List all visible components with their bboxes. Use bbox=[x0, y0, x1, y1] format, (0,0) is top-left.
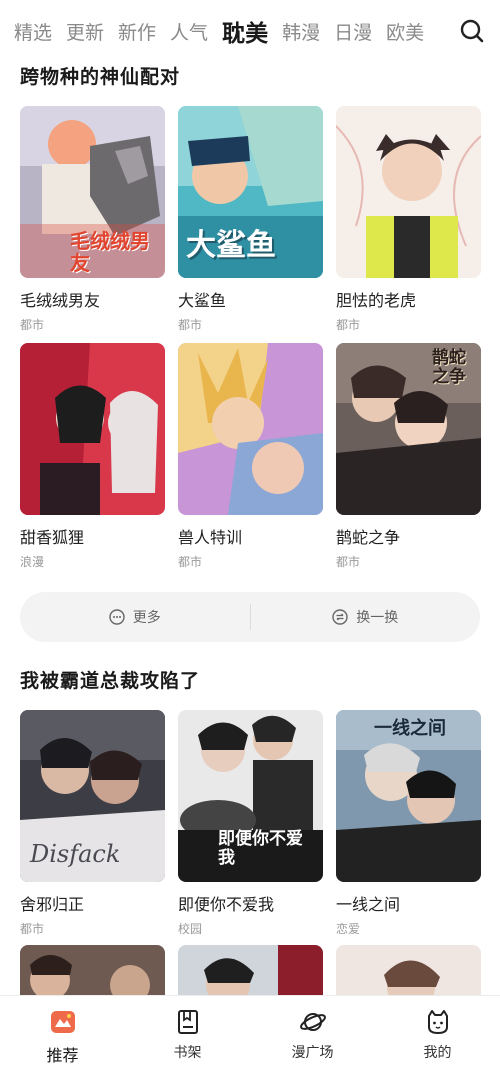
comic-title[interactable]: 胆怯的老虎 bbox=[336, 287, 481, 311]
comic-title[interactable]: 兽人特训 bbox=[178, 524, 323, 548]
nav-recommend[interactable]: 推荐 bbox=[0, 996, 125, 1071]
top-tab-bar: 精选 更新 新作 人气 耽美 韩漫 日漫 欧美 bbox=[0, 0, 500, 62]
comic-title[interactable]: 大鲨鱼 bbox=[178, 287, 323, 311]
swap-refresh-icon bbox=[332, 609, 348, 625]
nav-profile[interactable]: 我的 bbox=[375, 996, 500, 1071]
search-button[interactable] bbox=[452, 11, 492, 51]
comic-cover[interactable]: 一线之间 bbox=[336, 710, 481, 882]
comic-cover[interactable] bbox=[178, 343, 323, 515]
comic-cover[interactable] bbox=[336, 106, 481, 278]
comic-genre-tag: 恋爱 bbox=[336, 922, 361, 936]
bookshelf-icon bbox=[175, 1008, 201, 1036]
comic-title[interactable]: 舍邪归正 bbox=[20, 891, 165, 915]
comic-card[interactable]: 鹊蛇之争 鹊蛇之争 都市 bbox=[336, 343, 481, 580]
comic-card[interactable]: 胆怯的老虎 都市 bbox=[336, 106, 481, 343]
tab-korean[interactable]: 韩漫 bbox=[282, 18, 320, 45]
tab-new[interactable]: 新作 bbox=[118, 18, 156, 45]
tab-popular[interactable]: 人气 bbox=[170, 18, 208, 45]
comic-card[interactable]: 兽人特训 都市 bbox=[178, 343, 323, 580]
comic-cover[interactable]: 即便你不爱我 bbox=[178, 710, 323, 882]
nav-label: 我的 bbox=[423, 1045, 452, 1061]
comic-card[interactable]: 毛绒绒男友 毛绒绒男友 都市 bbox=[20, 106, 165, 343]
tab-japanese[interactable]: 日漫 bbox=[334, 18, 372, 45]
nav-label: 书架 bbox=[173, 1045, 202, 1061]
refresh-button[interactable]: 换一换 bbox=[251, 607, 481, 627]
comic-genre-tag: 都市 bbox=[178, 555, 203, 569]
cover-title-text: 一线之间 bbox=[374, 718, 446, 739]
more-label: 更多 bbox=[132, 610, 161, 626]
comic-genre-tag: 都市 bbox=[336, 555, 361, 569]
section-action-bar: 更多 换一换 bbox=[20, 592, 480, 642]
comic-card[interactable]: 甜香狐狸 浪漫 bbox=[20, 343, 165, 580]
comic-genre-tag: 都市 bbox=[20, 318, 45, 332]
comic-cover[interactable]: 鹊蛇之争 bbox=[336, 343, 481, 515]
comic-grid: Disfack 舍邪归正 都市 即便你不爱我 即便你不爱我 校园 一线之间 一线… bbox=[20, 710, 482, 947]
comic-title[interactable]: 即便你不爱我 bbox=[178, 891, 323, 915]
comic-genre-tag: 都市 bbox=[20, 922, 45, 936]
recommend-icon bbox=[49, 1008, 77, 1036]
nav-label: 推荐 bbox=[46, 1046, 79, 1065]
more-button[interactable]: 更多 bbox=[20, 607, 250, 627]
comic-genre-tag: 都市 bbox=[178, 318, 203, 332]
nav-bookshelf[interactable]: 书架 bbox=[125, 996, 250, 1071]
comic-card[interactable]: Disfack 舍邪归正 都市 bbox=[20, 710, 165, 947]
comic-cover[interactable]: Disfack bbox=[20, 710, 165, 882]
comic-cover[interactable]: 大鲨鱼 bbox=[178, 106, 323, 278]
comic-card[interactable]: 即便你不爱我 即便你不爱我 校园 bbox=[178, 710, 323, 947]
section-title: 我被霸道总裁攻陷了 bbox=[20, 670, 201, 692]
cover-title-text: 毛绒绒男友 bbox=[70, 229, 150, 275]
comic-grid: 毛绒绒男友 毛绒绒男友 都市 大鲨鱼 大鲨鱼 都市 胆怯的老虎 都市 甜香狐狸 … bbox=[20, 106, 482, 580]
bottom-navigation: 推荐 书架 漫广场 我的 bbox=[0, 995, 500, 1071]
planet-icon bbox=[299, 1008, 327, 1036]
cover-title-text: 大鲨鱼 bbox=[186, 228, 276, 263]
tab-featured[interactable]: 精选 bbox=[14, 18, 52, 45]
cover-title-text: 即便你不爱我 bbox=[218, 829, 303, 868]
comic-genre-tag: 浪漫 bbox=[20, 555, 45, 569]
tab-bl[interactable]: 耽美 bbox=[222, 14, 268, 48]
nav-comic-plaza[interactable]: 漫广场 bbox=[250, 996, 375, 1071]
search-icon bbox=[460, 19, 484, 43]
comic-cover[interactable] bbox=[20, 343, 165, 515]
comic-title[interactable]: 甜香狐狸 bbox=[20, 524, 165, 548]
comic-genre-tag: 都市 bbox=[336, 318, 361, 332]
comic-title[interactable]: 毛绒绒男友 bbox=[20, 287, 165, 311]
comic-card[interactable]: 一线之间 一线之间 恋爱 bbox=[336, 710, 481, 947]
comic-title[interactable]: 一线之间 bbox=[336, 891, 481, 915]
nav-label: 漫广场 bbox=[291, 1045, 334, 1061]
refresh-label: 换一换 bbox=[356, 610, 399, 626]
comic-genre-tag: 校园 bbox=[178, 922, 203, 936]
cover-title-text: 鹊蛇之争 bbox=[432, 348, 466, 387]
tab-updates[interactable]: 更新 bbox=[66, 18, 104, 45]
comic-cover[interactable]: 毛绒绒男友 bbox=[20, 106, 165, 278]
more-dots-icon bbox=[109, 609, 125, 625]
category-tabs: 精选 更新 新作 人气 耽美 韩漫 日漫 欧美 bbox=[0, 14, 452, 48]
tab-western[interactable]: 欧美 bbox=[386, 18, 424, 45]
section-title: 跨物种的神仙配对 bbox=[20, 66, 181, 88]
comic-card[interactable]: 大鲨鱼 大鲨鱼 都市 bbox=[178, 106, 323, 343]
profile-cat-icon bbox=[424, 1008, 452, 1036]
cover-title-text: Disfack bbox=[30, 840, 121, 868]
comic-title[interactable]: 鹊蛇之争 bbox=[336, 524, 481, 548]
